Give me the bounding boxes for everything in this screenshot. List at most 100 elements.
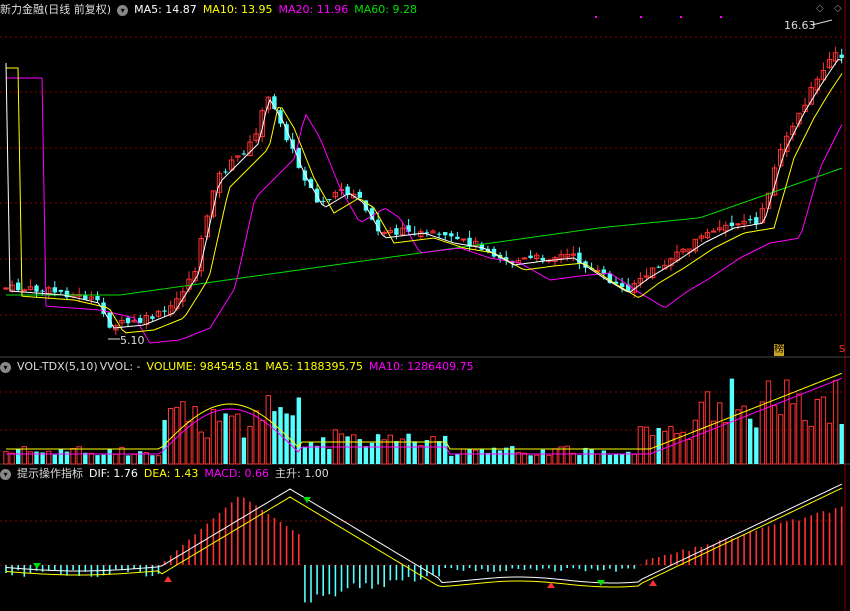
volume-value: VOLUME: 984545.81 — [146, 360, 260, 373]
volume-bar — [210, 408, 217, 465]
volume-bar — [119, 447, 125, 465]
volume-bar — [686, 439, 692, 465]
volume-bar — [784, 379, 790, 465]
volume-bar — [223, 413, 228, 464]
candle-body — [528, 255, 533, 258]
volume-bar — [723, 422, 729, 465]
chevron-down-icon[interactable]: ▾ — [117, 4, 129, 16]
volume-bar — [485, 452, 491, 464]
volume-bar — [363, 446, 369, 464]
candle-body — [3, 287, 9, 290]
volume-bar — [272, 411, 277, 464]
candle-body — [241, 153, 247, 155]
volume-bar — [241, 437, 247, 464]
volume-bar — [58, 449, 64, 464]
volume-bar — [595, 453, 601, 465]
volume-bar — [399, 438, 406, 465]
volume-bar — [418, 445, 424, 465]
volume-bar — [534, 454, 540, 465]
volume-bar — [357, 439, 362, 464]
volume-bar — [692, 419, 698, 465]
volume-bar — [345, 436, 350, 464]
volume-bar — [473, 449, 479, 465]
volume-bar — [717, 402, 723, 465]
volume-bar — [802, 420, 808, 465]
dif-line — [5, 483, 843, 584]
volume-bar — [216, 420, 223, 465]
volume-bar — [204, 437, 211, 465]
volume-bar — [253, 410, 259, 465]
volume-bar — [259, 419, 265, 465]
volume-bar — [643, 426, 650, 465]
candle-body — [357, 191, 362, 198]
candle-body — [443, 232, 448, 236]
volume-bar — [479, 449, 484, 464]
volume-bar — [826, 422, 833, 465]
volume-bar — [302, 447, 308, 464]
event-dot — [720, 16, 722, 18]
event-dot — [595, 16, 597, 18]
high-price-label: 16.63 — [784, 19, 816, 32]
volume-bar — [229, 415, 235, 465]
candle-body — [455, 236, 460, 240]
ma20-line — [6, 77, 843, 344]
volume-bar — [704, 391, 711, 465]
low-price-label: 5.10 — [120, 334, 145, 347]
volume-bar — [619, 453, 625, 464]
volume-bar — [113, 453, 119, 465]
volume-bar — [754, 427, 759, 464]
volume-bar — [546, 454, 552, 465]
volume-bar — [9, 452, 15, 465]
macd-panel-header: ▾ 提示操作指标 DIF: 1.76 DEA: 1.43 MACD: 0.66 主升: 1… — [0, 466, 335, 482]
candle-body — [729, 222, 735, 227]
volume-bar — [748, 418, 753, 464]
candle-body — [656, 266, 661, 268]
candle-body — [58, 289, 64, 292]
volume-bar — [613, 453, 619, 464]
macd-value: MACD: 0.66 — [204, 467, 270, 480]
candle-body — [735, 223, 741, 226]
vvol-value: VVOL: - — [99, 360, 141, 373]
candle-body — [381, 231, 387, 234]
volume-bar — [814, 398, 820, 465]
volume-bar — [601, 450, 606, 464]
ma60-line — [6, 167, 843, 296]
chevron-down-icon[interactable]: ▾ — [0, 468, 11, 480]
s-badge[interactable]: S — [837, 344, 847, 356]
volume-bar — [583, 447, 588, 464]
zhusheng-value: 主升: 1.00 — [275, 467, 329, 480]
rank-badge[interactable]: 榜 — [774, 344, 784, 356]
volume-bar — [577, 455, 582, 464]
volume-bar — [125, 455, 131, 464]
ma20-value: MA20: 11.96 — [278, 3, 349, 16]
volume-bar — [436, 441, 442, 464]
ma60-value: MA60: 9.28 — [354, 3, 417, 16]
chevron-down-icon[interactable]: ▾ — [0, 361, 11, 373]
volume-bar — [710, 420, 717, 465]
volume-bar — [631, 453, 637, 465]
kline-chart-canvas[interactable] — [0, 0, 850, 611]
vol-ma5-line — [6, 372, 843, 450]
close-panel-icon[interactable]: ◇ — [834, 3, 842, 14]
volume-bar — [491, 447, 497, 464]
ma5-line — [5, 58, 843, 329]
volume-bar — [455, 453, 460, 464]
volume-bar — [327, 448, 332, 464]
expand-panel-icon[interactable]: ◇ — [816, 3, 824, 14]
volume-bar — [131, 453, 137, 465]
volume-bar — [52, 454, 57, 464]
vol-ma5-value: MA5: 1188395.75 — [265, 360, 363, 373]
volume-bar — [34, 451, 39, 464]
volume-bar — [570, 452, 576, 465]
volume-bar — [314, 445, 320, 464]
dea-value: DEA: 1.43 — [143, 467, 199, 480]
volume-bar — [735, 409, 741, 465]
candle-body — [710, 230, 717, 233]
volume-bar — [70, 448, 76, 465]
candle-body — [327, 199, 332, 201]
volume-bar — [540, 449, 545, 464]
volume-bar — [449, 455, 454, 464]
candle-body — [34, 285, 39, 292]
volume-bar — [467, 448, 472, 464]
volume-bar — [369, 442, 375, 464]
